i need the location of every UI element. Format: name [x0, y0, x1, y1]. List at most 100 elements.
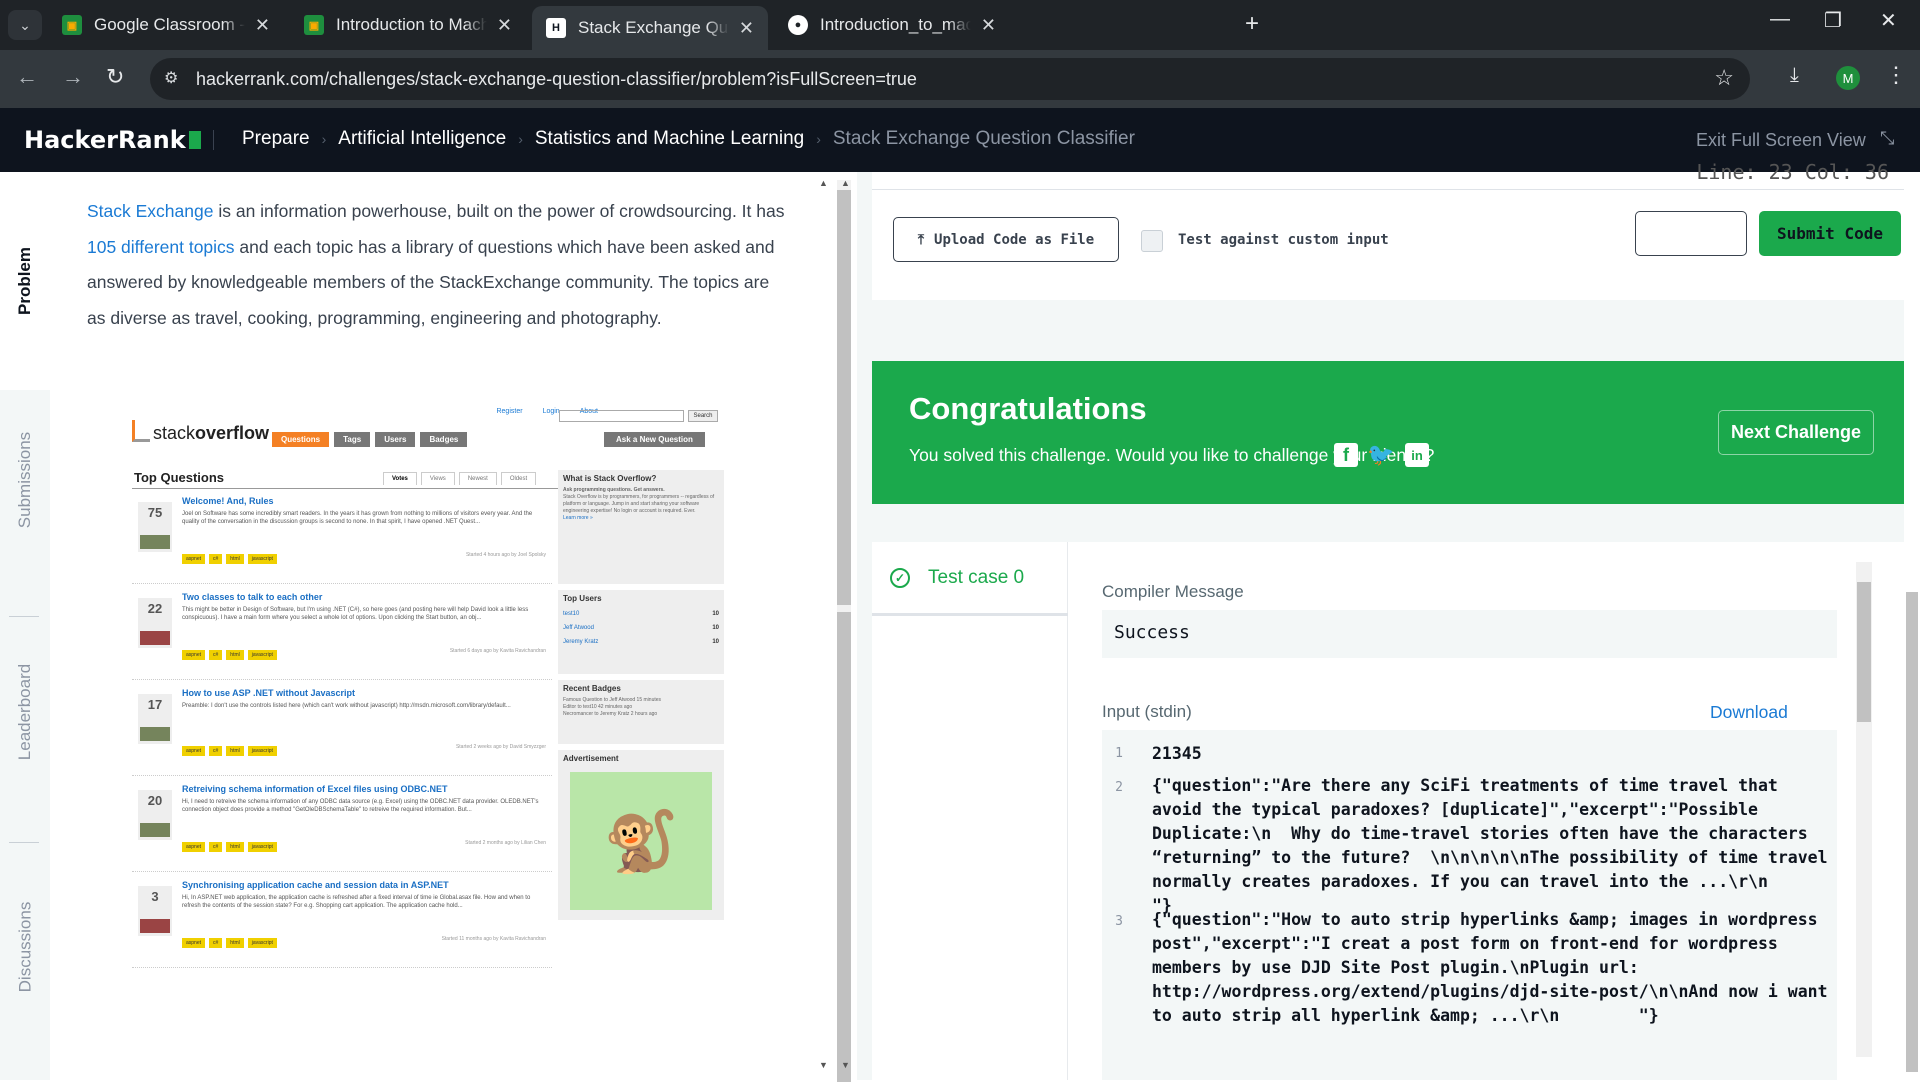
test-case-item[interactable]: ✓ Test case 0: [872, 542, 1068, 616]
scroll-thumb[interactable]: [1906, 592, 1918, 1072]
breadcrumb-current: Stack Exchange Question Classifier: [832, 128, 1135, 149]
custom-input-label[interactable]: Test against custom input: [1178, 232, 1389, 248]
so-question: 3 Synchronising application cache and se…: [132, 876, 552, 968]
scroll-thumb[interactable]: [837, 190, 851, 605]
so-ad-box: Advertisement 🐒: [558, 750, 724, 920]
scroll-down-arrow-icon[interactable]: ▼: [819, 1060, 828, 1070]
tab-leaderboard[interactable]: Leaderboard: [0, 622, 50, 802]
so-divider: [132, 488, 564, 489]
editor-results-pane: Line: 23 Col: 36 ⤒ Upload Code as File Te…: [857, 160, 1920, 1080]
so-what-is-box: What is Stack Overflow? Ask programming …: [558, 470, 724, 584]
browser-tab-stack-exchange[interactable]: H Stack Exchange Question Classifier ✕: [532, 6, 768, 50]
facebook-icon[interactable]: f: [1334, 443, 1358, 467]
scroll-up-arrow-icon[interactable]: ▲: [819, 178, 828, 188]
so-nav: Questions Tags Users Badges: [272, 432, 468, 447]
minimize-icon[interactable]: —: [1770, 8, 1790, 31]
url-text[interactable]: hackerrank.com/challenges/stack-exchange…: [196, 69, 917, 90]
scroll-thumb[interactable]: [837, 612, 851, 1082]
cursor-position: Line: 23 Col: 36: [1696, 160, 1889, 184]
browser-tab-intro-ml[interactable]: ▣ Introduction to Machine Learning ✕: [290, 6, 526, 44]
line-number: 1: [1115, 746, 1123, 761]
so-question: 17 How to use ASP .NET without Javascrip…: [132, 684, 552, 776]
bookmark-star-icon[interactable]: ☆: [1714, 65, 1734, 91]
input-line: {"question":"Are there any SciFi treatme…: [1152, 776, 1828, 915]
forward-arrow-icon[interactable]: →: [62, 64, 84, 90]
test-results-panel: ✓ Test case 0 Compiler Message Success I…: [872, 542, 1907, 1080]
input-label: Input (stdin): [1102, 702, 1192, 721]
google-classroom-icon: ▣: [62, 15, 82, 35]
run-code-button[interactable]: Run Code: [1635, 211, 1747, 256]
so-logo: stackoverflow: [132, 420, 269, 444]
problem-pane-scrollbar[interactable]: ▲ ▲ ▼ ▼: [815, 172, 857, 1082]
congratulations-banner: Congratulations You solved this challeng…: [872, 361, 1907, 504]
logo-square-icon: [188, 131, 201, 149]
topics-link[interactable]: 105 different topics: [87, 237, 235, 257]
browser-tab-google-classroom[interactable]: ▣ Google Classroom - Login ✕: [48, 6, 284, 44]
url-field[interactable]: ⚙ hackerrank.com/challenges/stack-exchan…: [150, 58, 1750, 100]
restore-icon[interactable]: ❐: [1824, 8, 1842, 33]
twitter-icon[interactable]: 🐦: [1367, 442, 1394, 467]
close-tab-icon[interactable]: ✕: [497, 15, 512, 36]
avatar[interactable]: M: [1836, 66, 1860, 90]
so-sort-tabs: Votes Views Newest Oldest: [383, 472, 537, 485]
so-vote-box: 17: [138, 694, 172, 744]
breadcrumb-stats-ml[interactable]: Statistics and Machine Learning: [535, 128, 804, 150]
so-badges-box: Recent Badges Famous Question to Jeff At…: [558, 680, 724, 744]
breadcrumb-prepare[interactable]: Prepare: [242, 128, 310, 150]
hackerrank-logo[interactable]: HackerRank: [24, 126, 201, 154]
breadcrumb-ai[interactable]: Artificial Intelligence: [338, 128, 506, 150]
next-challenge-button[interactable]: Next Challenge: [1718, 410, 1874, 455]
compiler-message-label: Compiler Message: [1102, 582, 1244, 601]
scroll-down-arrow-icon[interactable]: ▼: [841, 1060, 850, 1070]
new-tab-plus-icon[interactable]: +: [1245, 10, 1259, 38]
input-line: 21345: [1152, 744, 1202, 763]
close-window-icon[interactable]: ✕: [1880, 8, 1897, 33]
browser-tab-github[interactable]: ● Introduction_to_machine_learning ✕: [774, 6, 1010, 44]
editor-actions: ⤒ Upload Code as File Test against custom…: [872, 190, 1907, 300]
scroll-thumb[interactable]: [1857, 582, 1871, 722]
reload-icon[interactable]: ↻: [106, 64, 124, 90]
side-tabs: Problem Submissions Leaderboard Discussi…: [0, 172, 50, 1080]
problem-intro-paragraph: Stack Exchange is an information powerho…: [87, 201, 785, 328]
so-vote-box: 20: [138, 790, 172, 840]
so-search-box: [559, 410, 684, 422]
address-bar-row: ← → ↻ ⚙ hackerrank.com/challenges/stack-…: [0, 50, 1920, 108]
congrats-title: Congratulations: [909, 391, 1147, 426]
submit-code-button[interactable]: Submit Code: [1759, 211, 1901, 256]
back-arrow-icon[interactable]: ←: [16, 64, 38, 90]
check-circle-icon: ✓: [890, 567, 910, 588]
input-stdin-box: 1 21345 2 {"question":"Are there any Sci…: [1102, 730, 1837, 1080]
tab-submissions[interactable]: Submissions: [0, 390, 50, 570]
upload-code-button[interactable]: ⤒ Upload Code as File: [893, 217, 1119, 262]
so-ask-button: Ask a New Question: [604, 432, 705, 447]
download-input-link[interactable]: Download: [1710, 702, 1788, 723]
download-icon[interactable]: ⤓: [1790, 64, 1799, 87]
close-tab-icon[interactable]: ✕: [739, 18, 754, 39]
close-tab-icon[interactable]: ✕: [255, 15, 270, 36]
tab-problem[interactable]: Problem: [0, 172, 50, 390]
stack-exchange-link[interactable]: Stack Exchange: [87, 201, 213, 221]
test-case-list: ✓ Test case 0: [872, 542, 1068, 1080]
so-logo-icon: [132, 420, 150, 442]
site-settings-icon[interactable]: ⚙: [164, 68, 178, 88]
tab-search-chevron-icon[interactable]: ⌄: [8, 10, 42, 40]
results-scrollbar[interactable]: [1856, 562, 1872, 1057]
scroll-up-arrow-icon[interactable]: ▲: [841, 178, 850, 188]
line-number: 3: [1115, 914, 1123, 929]
custom-input-checkbox[interactable]: [1141, 230, 1163, 252]
so-vote-box: 22: [138, 598, 172, 648]
side-divider: [9, 842, 39, 843]
google-classroom-icon: ▣: [304, 15, 324, 35]
close-tab-icon[interactable]: ✕: [981, 15, 996, 36]
hackerrank-header: HackerRank Prepare › Artificial Intellig…: [0, 108, 1920, 172]
collapse-icon[interactable]: ⤡: [1880, 128, 1894, 149]
more-menu-icon[interactable]: ⋮: [1885, 62, 1907, 88]
compiler-message-value: Success: [1102, 610, 1837, 658]
page-scrollbar[interactable]: [1904, 172, 1920, 1080]
linkedin-icon[interactable]: in: [1405, 443, 1429, 467]
exit-fullscreen-link[interactable]: Exit Full Screen View: [1696, 130, 1866, 151]
so-search-button: Search: [688, 410, 718, 422]
line-number: 2: [1115, 780, 1123, 795]
hackerrank-icon: H: [546, 18, 566, 38]
tab-discussions[interactable]: Discussions: [0, 852, 50, 1042]
